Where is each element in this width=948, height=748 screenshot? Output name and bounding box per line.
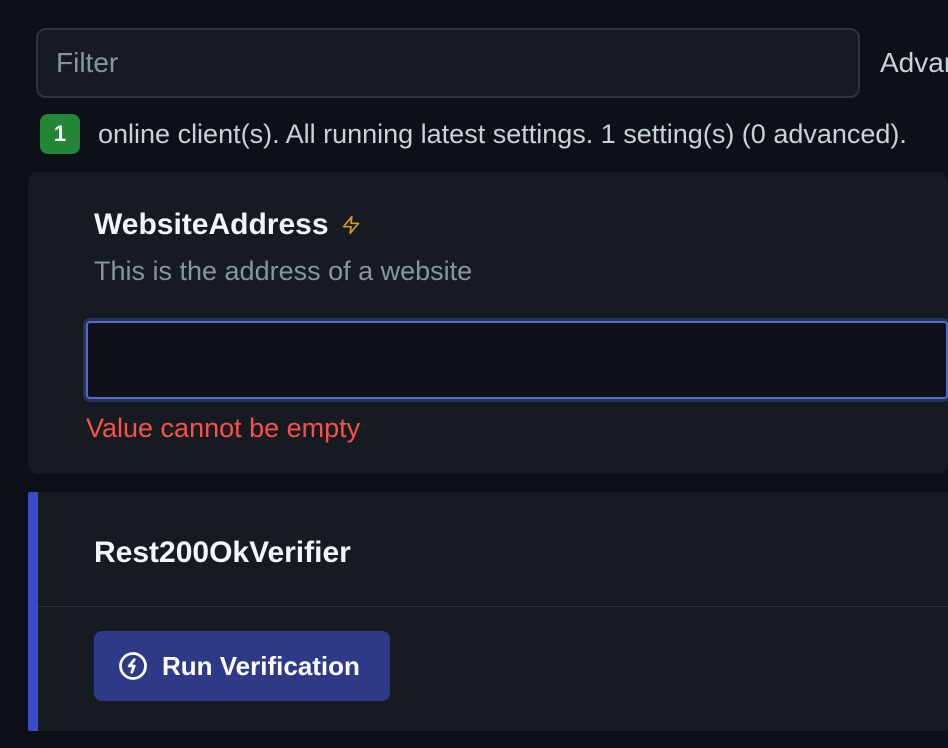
top-bar: Advanced (36, 28, 948, 98)
validation-error: Value cannot be empty (86, 413, 948, 444)
status-text: online client(s). All running latest set… (98, 119, 907, 150)
setting-card: WebsiteAddress This is the address of a … (28, 172, 948, 474)
setting-title: WebsiteAddress (94, 208, 329, 242)
run-verification-button[interactable]: Run Verification (94, 631, 390, 701)
online-count-badge: 1 (40, 114, 80, 154)
website-address-input[interactable] (86, 321, 948, 399)
bolt-circle-icon (118, 651, 148, 681)
verifier-title: Rest200OkVerifier (94, 536, 948, 570)
verifier-card: Rest200OkVerifier Run Verification (28, 492, 948, 731)
setting-title-row: WebsiteAddress (94, 208, 948, 242)
divider (38, 606, 948, 607)
lightning-icon (341, 213, 361, 237)
advanced-link[interactable]: Advanced (880, 47, 948, 79)
setting-description: This is the address of a website (94, 256, 948, 287)
status-bar: 1 online client(s). All running latest s… (36, 114, 948, 154)
filter-input[interactable] (36, 28, 860, 98)
run-button-label: Run Verification (162, 651, 360, 682)
